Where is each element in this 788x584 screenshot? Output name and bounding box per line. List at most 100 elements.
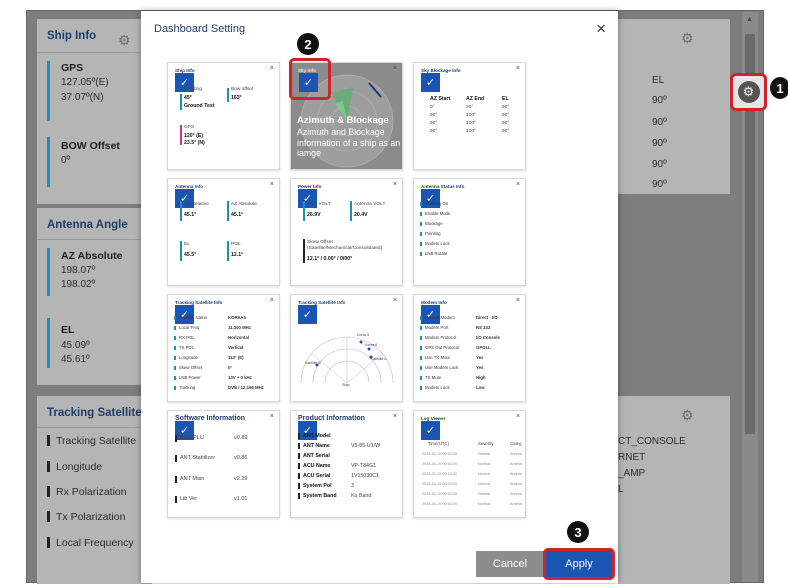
table-cell: 90° — [502, 121, 510, 126]
close-icon[interactable]: × — [270, 181, 274, 188]
close-icon[interactable]: × — [393, 181, 397, 188]
close-icon[interactable]: × — [596, 19, 606, 39]
status-item: Enable Mode — [425, 211, 451, 216]
tracking-item: Local Frequency — [56, 537, 134, 549]
widget-card-antenna-status[interactable]: Antenna Status Info × ✓ Tracking On Enab… — [413, 178, 526, 286]
table-header: AZ Start — [430, 96, 451, 102]
mini-value: 45.1° — [231, 212, 244, 218]
table-cell: Normal — [478, 452, 491, 456]
close-icon[interactable]: × — [516, 65, 520, 72]
mini-label: Heading — [184, 87, 202, 92]
mini-value: 26.9V — [307, 212, 321, 218]
ship-info-panel: Ship Info GPS 127.05º(E) 37.07º(N) BOW O… — [37, 19, 152, 204]
apply-button[interactable]: Apply — [546, 551, 612, 577]
gear-icon[interactable]: ⚙ — [681, 408, 695, 422]
row-value: DVB / 12,166 MHz — [228, 385, 264, 390]
widget-card-software[interactable]: Software Information × ✓ ACU PLU v0.89 A… — [167, 410, 280, 518]
row-value: Yes — [476, 365, 484, 370]
tracking-item: Tracking Satellite — [56, 435, 137, 447]
close-icon[interactable]: × — [270, 413, 274, 420]
row-value: VP-T84G1 — [351, 463, 377, 469]
checkbox-checked-icon[interactable]: ✓ — [421, 73, 440, 92]
dashboard-setting-button[interactable]: ⚙ — [730, 73, 767, 111]
overlay-title: Azimuth & Blockage — [297, 115, 389, 126]
row-value: 11,300 MHz — [228, 325, 251, 330]
tracking-item: Longitude — [56, 461, 103, 473]
table-cell: 90° — [430, 121, 438, 126]
row-value: v0.86 — [234, 455, 248, 461]
el-header: EL — [652, 75, 665, 86]
mini-value: 23.5° (N) — [184, 140, 205, 146]
row-label: ANT Serial — [303, 453, 330, 459]
widget-card-tracking-satellite[interactable]: Tracking Satellite Info × ✓ Satellite Na… — [167, 294, 280, 402]
mini-label: Antenna VOLT — [354, 202, 386, 207]
callout-3: 3 — [567, 521, 589, 543]
status-item: Blockage — [425, 221, 443, 226]
table-cell: Antenn — [510, 492, 523, 496]
table-header: EL — [502, 96, 509, 102]
el-cell: 90º — [652, 179, 667, 190]
mini-value: Ground Test — [184, 103, 215, 109]
scroll-up-arrow-icon[interactable]: ▲ — [746, 16, 753, 23]
tracking-satellite-title: Tracking Satellite — [47, 407, 142, 419]
row-value: v1.01 — [234, 496, 248, 502]
close-icon[interactable]: × — [270, 297, 274, 304]
table-cell: 90° — [430, 113, 438, 118]
row-value: Vertical — [228, 345, 244, 350]
tracking-item: Rx Polarization — [56, 486, 127, 498]
mini-value: 45° — [184, 95, 192, 101]
widget-card-power[interactable]: Power Info × ✓ ACU VOLT 26.9V Antenna VO… — [290, 178, 403, 286]
table-header: AZ End — [466, 96, 485, 102]
right-bottom-panel: ⚙ CT_CONSOLE RNET _AMP L — [618, 396, 730, 584]
el-cell: 90º — [652, 159, 667, 170]
table-cell: 2018-01-19 00:02:00 — [422, 482, 458, 486]
widget-card-ship-info[interactable]: Ship Info × ✓ Heading 45° Ground Test Bo… — [167, 62, 280, 170]
row-label: Modem Protocol — [425, 335, 457, 340]
table-cell: Normal — [478, 472, 491, 476]
gear-icon: ⚙ — [737, 81, 760, 103]
close-icon[interactable]: × — [516, 181, 520, 188]
table-cell: 0° — [430, 105, 435, 110]
mini-label: Bow offset — [231, 87, 254, 92]
table-cell: Normal — [478, 502, 491, 506]
cancel-button[interactable]: Cancel — [476, 551, 544, 577]
widget-card-log-viewer[interactable]: Log Viewer × ✓ Time(UTC) Severity Categ … — [413, 410, 526, 518]
checkbox-checked-icon[interactable]: ✓ — [421, 421, 440, 440]
highlight-checkbox — [289, 58, 331, 100]
close-icon[interactable]: × — [516, 297, 520, 304]
dialog-title: Dashboard Setting — [154, 23, 246, 35]
row-label: Satellite Name — [179, 315, 207, 320]
el-value-1: 45.09º — [61, 340, 90, 351]
antenna-angle-panel: Antenna Angle AZ Absolute 198.07º 198.02… — [37, 208, 152, 385]
row-value: 3 — [351, 483, 354, 489]
status-item: LNB Rotate — [425, 251, 448, 256]
ship-label: Ship — [342, 383, 350, 387]
overlay-description: Azimuth and Blockage information of a sh… — [297, 127, 401, 159]
row-value: KOREA5 — [228, 315, 246, 320]
close-icon[interactable]: × — [516, 413, 520, 420]
row-value: GPGLL — [476, 345, 491, 350]
table-cell: 2018-01-19 00:02:00 — [422, 462, 458, 466]
table-header: Categ — [510, 441, 522, 446]
close-icon[interactable]: × — [393, 413, 397, 420]
table-cell: Antenn — [510, 502, 523, 506]
partial-text: CT_CONSOLE — [618, 436, 686, 447]
row-value: I/O Console — [476, 335, 500, 340]
row-value: Direct - I/O — [476, 315, 498, 320]
table-cell: 2018-01-19 00:02:00 — [422, 492, 458, 496]
gear-icon[interactable]: ⚙ — [118, 33, 132, 47]
mini-label: POL — [231, 242, 241, 247]
widget-card-blockage[interactable]: Sky Blockage Info × ✓ AZ Start AZ End EL… — [413, 62, 526, 170]
row-label: Use Modem Lock — [425, 365, 459, 370]
close-icon[interactable]: × — [270, 65, 274, 72]
close-icon[interactable]: × — [393, 65, 397, 72]
widget-card-antenna[interactable]: Antenna Info × ✓ AZ Relative 45.1° AZ Ab… — [167, 178, 280, 286]
table-cell: 90° — [430, 129, 438, 134]
gear-icon[interactable]: ⚙ — [681, 31, 695, 45]
widget-card-modem[interactable]: Modem Info × ✓ Current Modem Direct - I/… — [413, 294, 526, 402]
row-label: Modem Lock — [425, 385, 450, 390]
row-label: ANT Name — [303, 443, 330, 449]
mini-value: 163° — [231, 95, 242, 101]
widget-card-tracking-chart[interactable]: Tracking Satellite Info × ✓ Korea 5 Kore… — [290, 294, 403, 402]
widget-card-product[interactable]: Product Information × ✓ ANT Model ANT Na… — [290, 410, 403, 518]
